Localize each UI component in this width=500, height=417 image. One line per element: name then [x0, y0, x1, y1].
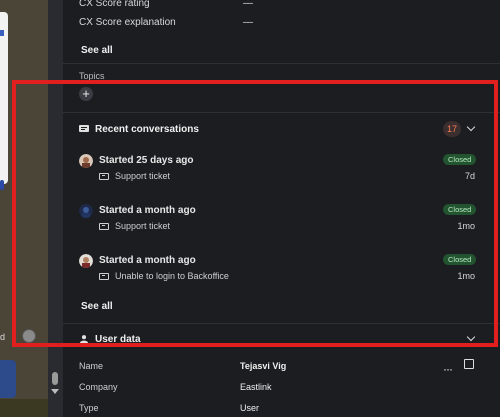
user-field-label: Name	[79, 361, 104, 371]
user-field-value: Tejasvi Vig	[240, 361, 287, 371]
see-all-conversations-link[interactable]: See all	[81, 301, 113, 312]
recent-conversations-title: Recent conversations	[95, 124, 199, 135]
user-field-value: Eastlink	[240, 382, 272, 392]
background-card-accent	[0, 180, 4, 190]
conversation-age: 1mo	[457, 271, 475, 281]
background-bar	[0, 399, 48, 417]
more-options-icon[interactable]: ···	[443, 362, 453, 376]
conversation-age: 7d	[464, 171, 475, 181]
user-field-value: User	[240, 403, 260, 413]
attribute-value: —	[243, 17, 253, 28]
conversation-subject: Unable to login to Backoffice	[115, 271, 229, 281]
scroll-down-arrow-icon[interactable]	[51, 389, 59, 394]
user-field-label: Company	[79, 382, 118, 392]
conversation-title: Started 25 days ago	[99, 155, 194, 166]
see-all-attributes-link[interactable]: See all	[81, 45, 113, 56]
conversation-title: Started a month ago	[99, 205, 196, 216]
conversation-item[interactable]: Started a month ago Unable to login to B…	[79, 254, 479, 294]
attribute-label: CX Score explanation	[79, 17, 176, 28]
details-panel: CX Score rating — CX Score explanation —…	[63, 0, 500, 417]
attribute-label: CX Score rating	[79, 0, 150, 9]
add-topic-button[interactable]: +	[79, 87, 93, 101]
open-external-icon[interactable]	[464, 359, 474, 369]
conversation-title: Started a month ago	[99, 255, 196, 266]
user-icon	[80, 335, 88, 343]
user-data-title: User data	[95, 334, 141, 345]
conversation-item[interactable]: Started a month ago Support ticket Close…	[79, 204, 479, 244]
scrollbar[interactable]	[48, 0, 63, 417]
background-card-accent	[0, 30, 4, 36]
ticket-icon	[99, 223, 109, 230]
attribute-row: CX Score rating —	[79, 0, 253, 9]
divider	[63, 323, 500, 324]
conversation-count-badge: 17	[443, 121, 461, 137]
conversation-subject: Support ticket	[115, 171, 171, 181]
avatar	[22, 329, 36, 343]
avatar	[79, 254, 93, 268]
ticket-icon	[99, 273, 109, 280]
background-card	[0, 12, 8, 190]
avatar	[79, 154, 93, 168]
conversation-subject: Support ticket	[115, 221, 171, 231]
chat-icon	[79, 125, 89, 132]
background-card	[0, 360, 16, 398]
user-data-header[interactable]: User data	[79, 334, 141, 345]
ticket-icon	[99, 173, 109, 180]
topics-label: Topics	[79, 71, 105, 81]
recent-conversations-header[interactable]: Recent conversations	[79, 124, 199, 135]
status-badge: Closed	[443, 204, 477, 215]
background-app-strip: d	[0, 0, 48, 417]
scrollbar-thumb[interactable]	[52, 372, 58, 385]
status-badge: Closed	[443, 154, 477, 165]
divider	[63, 112, 500, 113]
attribute-value: —	[243, 0, 253, 9]
divider	[63, 63, 500, 64]
chevron-down-icon[interactable]	[466, 332, 476, 342]
status-badge: Closed	[443, 254, 477, 265]
conversation-item[interactable]: Started 25 days ago Support ticket Close…	[79, 154, 479, 194]
avatar	[79, 204, 93, 218]
conversation-age: 1mo	[457, 221, 475, 231]
background-label: d	[0, 332, 6, 342]
chevron-down-icon[interactable]	[466, 122, 476, 132]
user-field-label: Type	[79, 403, 99, 413]
attribute-row: CX Score explanation —	[79, 17, 253, 28]
